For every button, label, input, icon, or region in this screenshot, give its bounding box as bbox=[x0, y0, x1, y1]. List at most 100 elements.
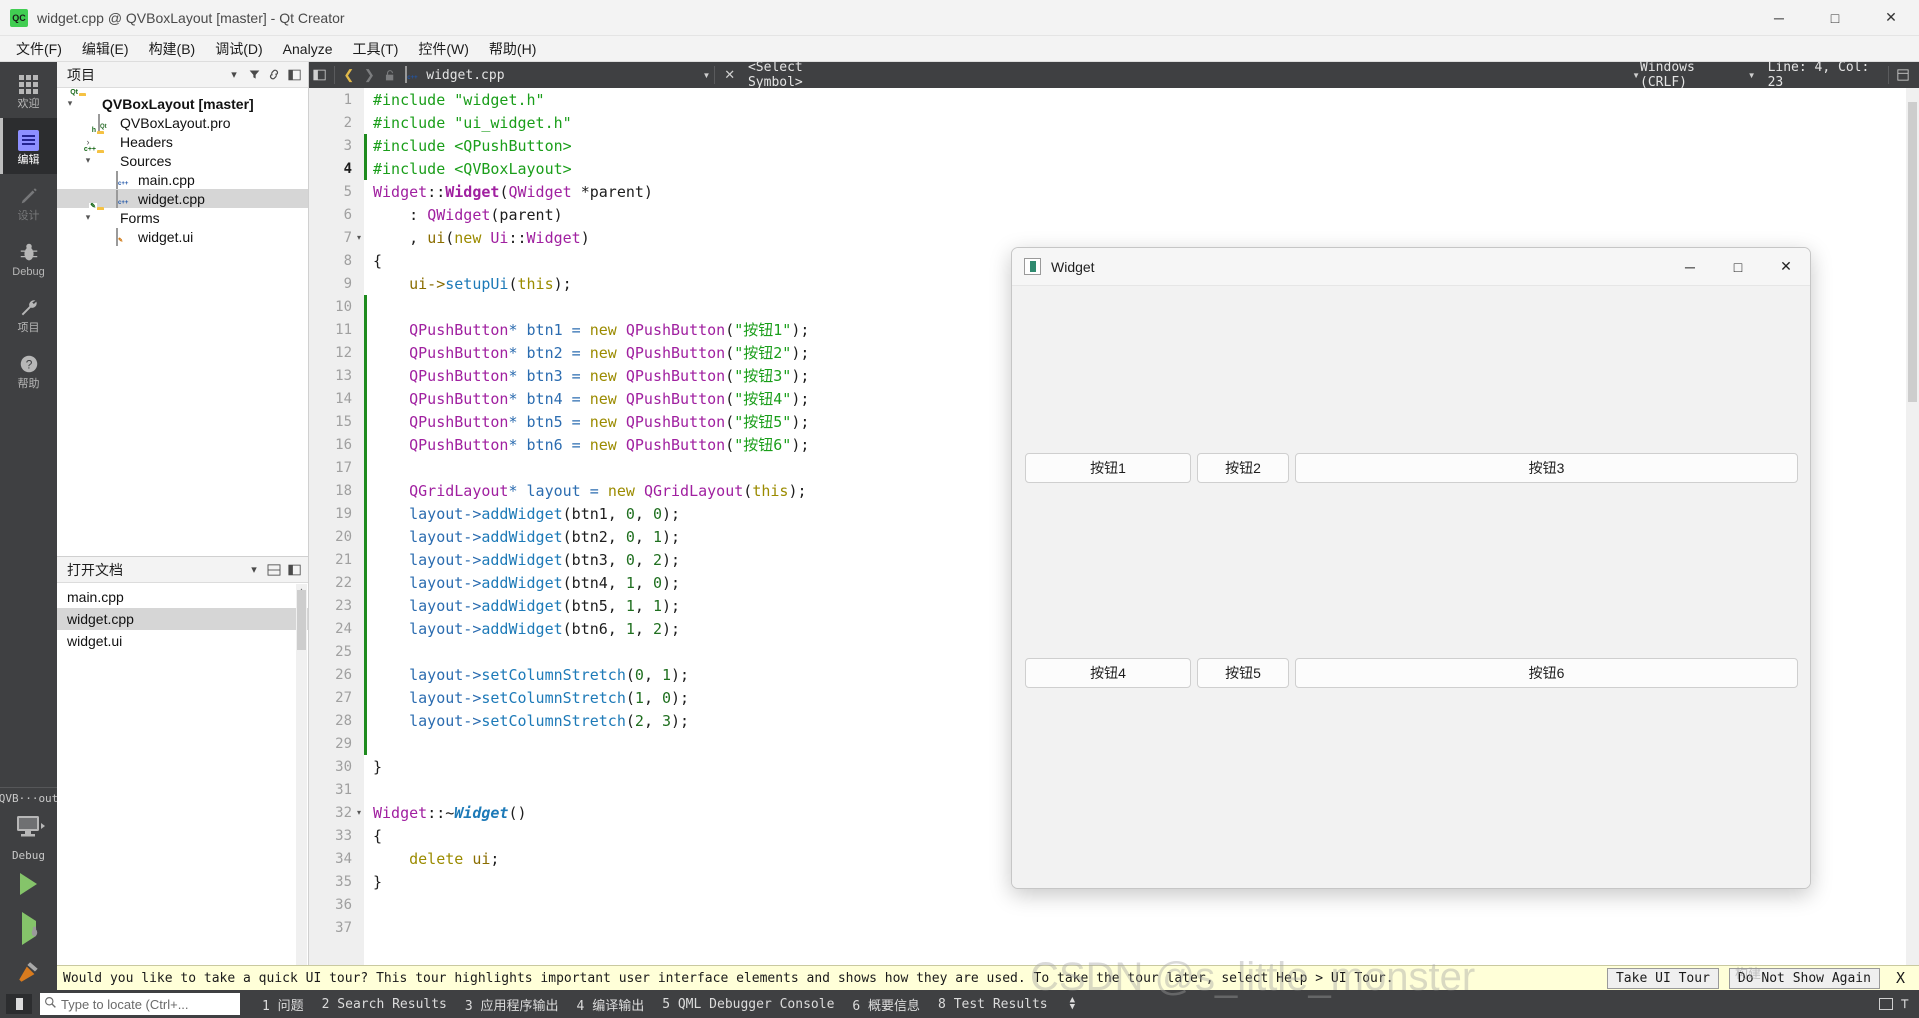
output-pane-issues[interactable]: 1 问题 bbox=[262, 995, 304, 1014]
output-pane-search-results[interactable]: 2 Search Results bbox=[322, 997, 447, 1012]
maximize-button[interactable]: □ bbox=[1807, 0, 1863, 36]
menu-analyze[interactable]: Analyze bbox=[273, 38, 343, 60]
code-line[interactable]: 1 #include "widget.h" bbox=[309, 88, 1919, 111]
symbol-selector[interactable]: <Select Symbol> ▼ bbox=[744, 60, 1640, 90]
widget-maximize-button[interactable]: □ bbox=[1714, 248, 1762, 286]
open-documents-scrollbar[interactable]: ▲ ▼ bbox=[296, 584, 307, 994]
target-selector-icon[interactable] bbox=[0, 805, 57, 849]
toggle-sidebar-icon[interactable] bbox=[6, 994, 32, 1014]
chevron-down-icon[interactable]: ▾ bbox=[79, 155, 97, 166]
code-line[interactable]: 37 bbox=[309, 916, 1919, 939]
editor-options-icon[interactable] bbox=[1893, 62, 1913, 88]
take-ui-tour-button[interactable]: Take UI Tour bbox=[1606, 967, 1719, 989]
forward-arrow-icon[interactable]: ❯ bbox=[359, 62, 380, 88]
scrollbar-thumb[interactable] bbox=[1908, 102, 1917, 402]
chevron-down-icon[interactable]: ▼ bbox=[1632, 71, 1640, 80]
mode-help[interactable]: ? 帮助 bbox=[0, 342, 57, 398]
code-text: layout->addWidget(btn6, 1, 2); bbox=[373, 619, 681, 638]
push-button-3[interactable]: 按钮3 bbox=[1295, 453, 1798, 483]
menu-edit[interactable]: 编辑(E) bbox=[72, 36, 139, 62]
push-button-5[interactable]: 按钮5 bbox=[1197, 658, 1289, 688]
chevron-down-icon[interactable]: ▾ bbox=[225, 65, 243, 85]
line-number: 19 bbox=[335, 505, 352, 522]
mode-design[interactable]: 设计 bbox=[0, 174, 57, 230]
output-pane-test-results[interactable]: 8 Test Results bbox=[938, 997, 1048, 1012]
maximize-output-pane-icon[interactable]: ⊤ bbox=[1901, 996, 1909, 1012]
push-button-1[interactable]: 按钮1 bbox=[1025, 453, 1191, 483]
line-number: 7 bbox=[343, 229, 352, 246]
mode-debug[interactable]: Debug bbox=[0, 230, 57, 286]
line-ending-selector[interactable]: Windows (CRLF) bbox=[1640, 60, 1742, 90]
current-file-selector[interactable]: c++ widget.cpp ▼ bbox=[400, 62, 710, 88]
build-button[interactable] bbox=[0, 950, 57, 994]
chevron-down-icon[interactable]: ▼ bbox=[703, 71, 711, 80]
kit-label[interactable]: QVB···out bbox=[0, 792, 58, 805]
open-document-main-cpp[interactable]: main.cpp bbox=[57, 586, 308, 608]
code-line[interactable]: 2 #include "ui_widget.h" bbox=[309, 111, 1919, 134]
menu-file[interactable]: 文件(F) bbox=[6, 36, 72, 62]
mode-welcome[interactable]: 欢迎 bbox=[0, 62, 57, 118]
chevron-down-icon[interactable]: ▾ bbox=[61, 98, 79, 109]
minimize-output-pane-icon[interactable] bbox=[1878, 998, 1893, 1010]
chevron-down-icon[interactable]: ▾ bbox=[79, 212, 97, 223]
link-icon[interactable] bbox=[265, 65, 283, 85]
widget-app-window[interactable]: Widget ─ □ ✕ 按钮1 按钮2 按钮3 按钮4 按钮5 按钮6 bbox=[1011, 247, 1811, 889]
run-configuration-label[interactable]: Debug bbox=[12, 849, 45, 862]
close-document-icon[interactable]: ✕ bbox=[719, 62, 740, 88]
split-panel-icon[interactable] bbox=[285, 65, 303, 85]
code-line[interactable]: 5 Widget::Widget(QWidget *parent) bbox=[309, 180, 1919, 203]
unlocked-padlock-icon[interactable] bbox=[380, 62, 401, 88]
code-line[interactable]: 4 #include <QVBoxLayout> bbox=[309, 157, 1919, 180]
mode-welcome-label: 欢迎 bbox=[17, 98, 40, 110]
menu-debug[interactable]: 调试(D) bbox=[205, 36, 272, 62]
code-line[interactable]: 6 : QWidget(parent) bbox=[309, 203, 1919, 226]
mode-edit[interactable]: 编辑 bbox=[0, 118, 57, 174]
line-number: 24 bbox=[335, 620, 352, 637]
fold-toggle-icon[interactable]: ▾ bbox=[354, 233, 364, 242]
tree-node-sources[interactable]: ▾ c++ Sources bbox=[57, 145, 308, 170]
filter-icon[interactable] bbox=[245, 65, 263, 85]
output-pane-stepper-icon[interactable]: ▲ ▼ bbox=[1070, 996, 1075, 1012]
widget-minimize-button[interactable]: ─ bbox=[1666, 248, 1714, 286]
open-document-widget-cpp[interactable]: widget.cpp bbox=[57, 608, 308, 630]
close-button[interactable]: ✕ bbox=[1863, 0, 1919, 36]
split-horizontal-icon[interactable] bbox=[265, 560, 283, 580]
close-banner-icon[interactable]: X bbox=[1890, 969, 1911, 987]
menu-help[interactable]: 帮助(H) bbox=[479, 36, 546, 62]
menu-build[interactable]: 构建(B) bbox=[139, 36, 206, 62]
output-pane-compile-output[interactable]: 4 编译输出 bbox=[577, 995, 645, 1014]
output-pane-qml-debugger-console[interactable]: 5 QML Debugger Console bbox=[662, 997, 834, 1012]
code-line[interactable]: 7 ▾ , ui(new Ui::Widget) bbox=[309, 226, 1919, 249]
code-line[interactable]: 36 bbox=[309, 893, 1919, 916]
scrollbar-thumb[interactable] bbox=[297, 590, 306, 650]
split-panel-icon[interactable] bbox=[285, 560, 303, 580]
tree-node-label: widget.ui bbox=[138, 228, 194, 245]
output-pane-general-messages[interactable]: 6 概要信息 bbox=[852, 995, 920, 1014]
tree-node-forms[interactable]: ▾ ✎ Forms bbox=[57, 202, 308, 227]
split-editor-icon[interactable] bbox=[309, 62, 330, 88]
push-button-6[interactable]: 按钮6 bbox=[1295, 658, 1798, 688]
mode-projects[interactable]: 项目 bbox=[0, 286, 57, 342]
debug-button[interactable] bbox=[0, 906, 57, 950]
push-button-2[interactable]: 按钮2 bbox=[1197, 453, 1289, 483]
tree-node-widget-ui[interactable]: ✎ widget.ui bbox=[57, 227, 308, 246]
tree-node-main-cpp[interactable]: c++ main.cpp bbox=[57, 170, 308, 189]
chevron-down-icon[interactable]: ▼ bbox=[1748, 71, 1756, 80]
widget-close-button[interactable]: ✕ bbox=[1762, 248, 1810, 286]
back-arrow-icon[interactable]: ❮ bbox=[339, 62, 360, 88]
open-document-widget-ui[interactable]: widget.ui bbox=[57, 630, 308, 652]
menu-tools[interactable]: 工具(T) bbox=[342, 36, 408, 62]
tree-node-project[interactable]: ▾ Qt QVBoxLayout [master] bbox=[57, 88, 308, 113]
fold-toggle-icon[interactable]: ▾ bbox=[354, 808, 364, 817]
mode-selector-bar: 欢迎 编辑 设计 Debug 项目 ? 帮助 QVB···out Debug bbox=[0, 62, 58, 994]
run-button[interactable] bbox=[0, 862, 57, 906]
minimize-button[interactable]: ─ bbox=[1751, 0, 1807, 36]
chevron-down-icon[interactable]: ▾ bbox=[245, 560, 263, 580]
editor-scrollbar[interactable] bbox=[1906, 88, 1919, 994]
locator-input[interactable]: Type to locate (Ctrl+... bbox=[40, 993, 240, 1015]
push-button-4[interactable]: 按钮4 bbox=[1025, 658, 1191, 688]
output-pane-application-output[interactable]: 3 应用程序输出 bbox=[465, 995, 559, 1014]
code-line[interactable]: 3 #include <QPushButton> bbox=[309, 134, 1919, 157]
menu-widgets[interactable]: 控件(W) bbox=[408, 36, 479, 62]
tree-node-label: QVBoxLayout [master] bbox=[102, 95, 254, 112]
